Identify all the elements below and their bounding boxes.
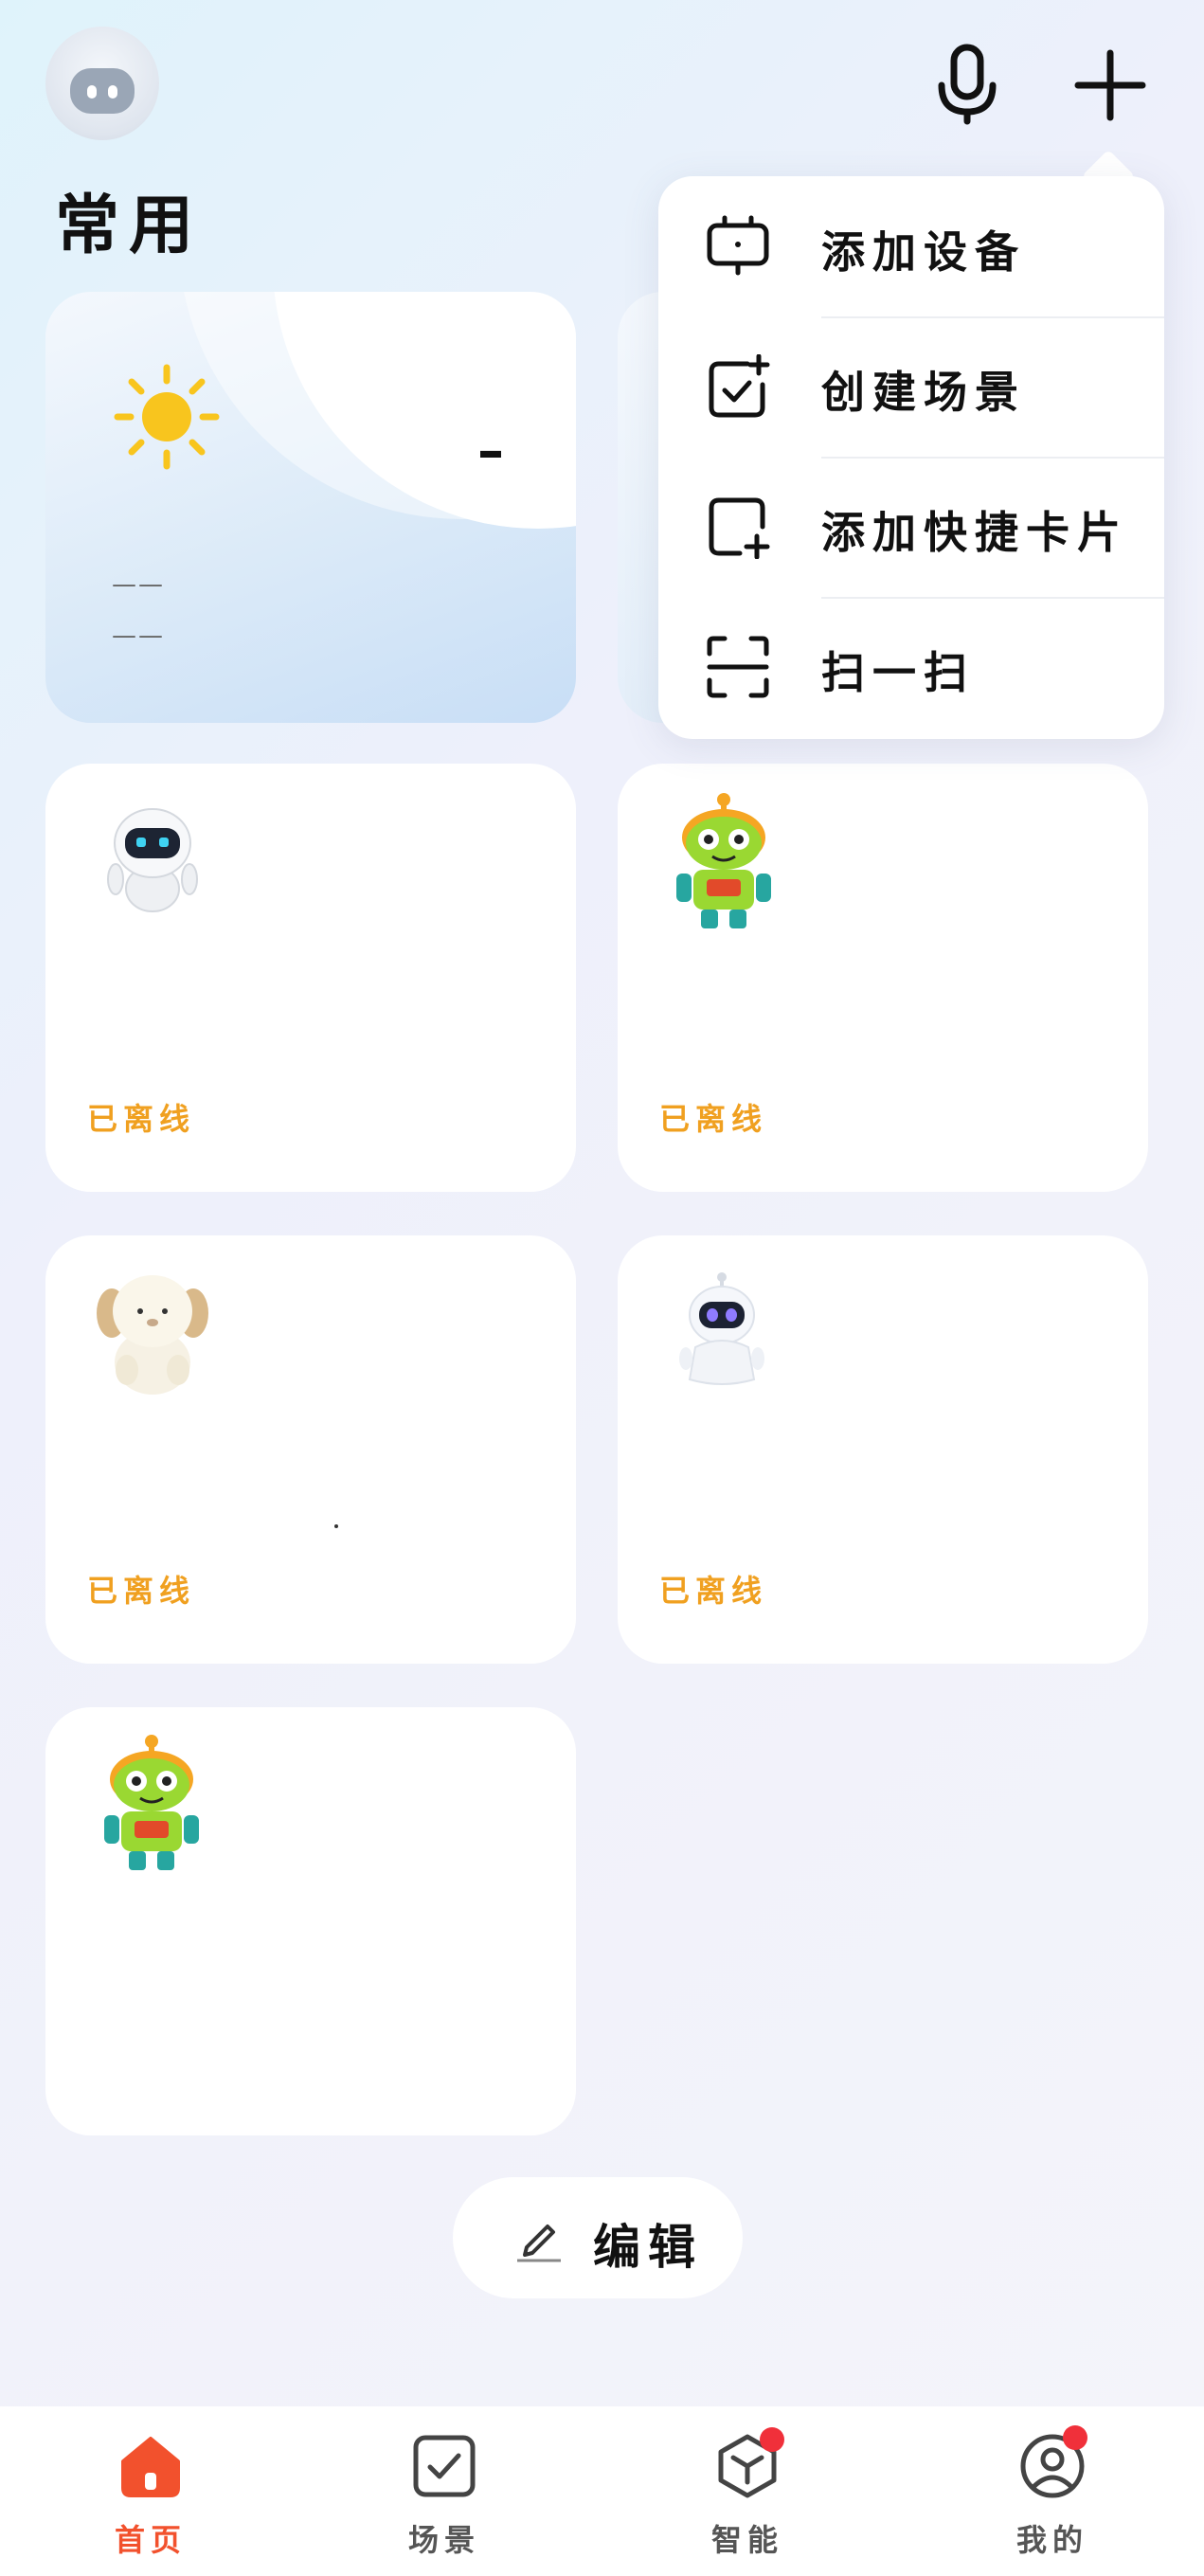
device-card[interactable]: 已离线 bbox=[45, 764, 576, 1192]
decorative-dot bbox=[334, 1524, 338, 1528]
status-badge: 已离线 bbox=[87, 1101, 196, 1137]
menu-item-add-card[interactable]: 添加快捷卡片 bbox=[658, 457, 1164, 597]
menu-item-add-device[interactable]: 添加设备 bbox=[658, 176, 1164, 316]
tab-mine[interactable]: 我的 bbox=[902, 2406, 1203, 2576]
mic-icon[interactable] bbox=[934, 44, 1000, 125]
weather-card[interactable]: – —— —— bbox=[45, 292, 576, 723]
device-card[interactable]: 已离线 bbox=[618, 764, 1148, 1192]
green-robot-icon bbox=[95, 1732, 208, 1874]
menu-item-scan[interactable]: 扫一扫 bbox=[658, 597, 1164, 737]
avatar-face bbox=[70, 68, 135, 114]
pencil-icon bbox=[515, 2215, 563, 2262]
avatar-eye-right bbox=[108, 85, 117, 99]
weather-decoration-moon bbox=[273, 292, 576, 529]
create-scene-icon bbox=[706, 353, 770, 419]
weather-info-2: —— bbox=[112, 621, 165, 650]
menu-label: 扫一扫 bbox=[821, 647, 975, 698]
plush-sheep-icon bbox=[93, 1264, 212, 1396]
tab-label: 首页 bbox=[114, 2522, 187, 2558]
scene-icon bbox=[411, 2433, 477, 2499]
tab-scene[interactable]: 场景 bbox=[294, 2406, 595, 2576]
device-card[interactable]: 已离线 bbox=[618, 1235, 1148, 1664]
weather-info-1: —— bbox=[112, 570, 165, 599]
edit-button[interactable]: 编辑 bbox=[453, 2177, 743, 2298]
edit-label: 编辑 bbox=[593, 2219, 703, 2275]
device-card[interactable]: 已离线 bbox=[45, 1235, 576, 1664]
menu-item-create-scene[interactable]: 创建场景 bbox=[658, 316, 1164, 457]
tab-home[interactable]: 首页 bbox=[0, 2406, 301, 2576]
tab-label: 智能 bbox=[710, 2522, 783, 2558]
add-device-icon bbox=[706, 214, 770, 279]
add-menu-popup: 添加设备 创建场景 添加快捷卡片 扫一扫 bbox=[658, 176, 1164, 739]
tab-smart[interactable]: 智能 bbox=[597, 2406, 898, 2576]
menu-label: 添加设备 bbox=[821, 226, 1026, 278]
home-icon bbox=[117, 2433, 184, 2499]
notification-badge bbox=[760, 2427, 784, 2452]
avatar-eye-left bbox=[87, 85, 97, 99]
menu-label: 添加快捷卡片 bbox=[821, 507, 1128, 558]
page-title: 常用 bbox=[55, 188, 204, 263]
bottom-tab-bar: 首页 场景 智能 我的 bbox=[0, 2406, 1204, 2576]
avatar[interactable] bbox=[45, 27, 159, 140]
sun-icon bbox=[110, 360, 224, 474]
tab-label: 场景 bbox=[407, 2522, 480, 2558]
tab-label: 我的 bbox=[1015, 2522, 1088, 2558]
menu-label: 创建场景 bbox=[821, 367, 1026, 418]
small-white-robot-icon bbox=[674, 1268, 769, 1391]
status-badge: 已离线 bbox=[87, 1573, 196, 1609]
status-badge: 已离线 bbox=[659, 1101, 768, 1137]
add-card-icon bbox=[706, 495, 770, 560]
green-robot-icon bbox=[667, 790, 781, 932]
temperature-value: – bbox=[477, 421, 504, 482]
white-robot-icon bbox=[102, 802, 203, 915]
scan-icon bbox=[706, 635, 770, 699]
add-icon[interactable] bbox=[1072, 47, 1148, 123]
notification-badge bbox=[1063, 2425, 1087, 2450]
status-badge: 已离线 bbox=[659, 1573, 768, 1609]
device-card[interactable] bbox=[45, 1707, 576, 2135]
